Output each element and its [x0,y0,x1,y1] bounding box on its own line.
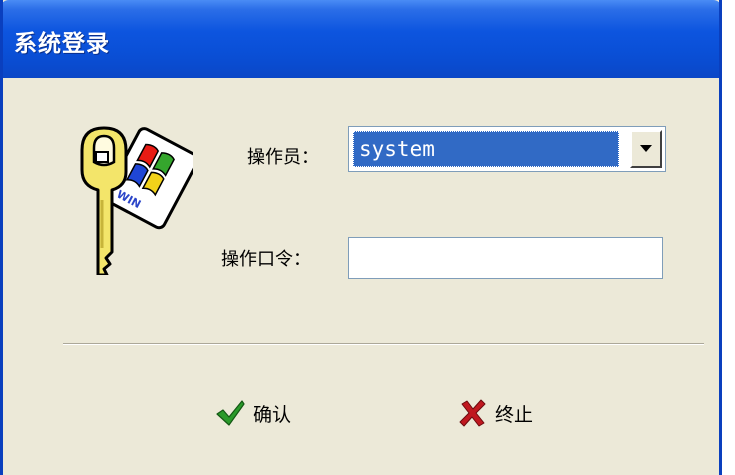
window-title: 系统登录 [14,31,110,57]
password-field[interactable] [348,237,663,279]
cancel-button[interactable]: 终止 [459,393,533,433]
ok-button[interactable]: 确认 [215,393,291,433]
login-dialog: 系统登录 WIN 操作员： system 操作口令： 确认 终止 [0,0,722,475]
x-mark-icon [459,399,486,427]
keys-icon: WIN [80,126,193,275]
password-label: 操作口令： [221,249,311,270]
operator-select[interactable]: system [348,126,666,172]
ok-button-label: 确认 [253,403,292,426]
operator-label: 操作员： [247,147,319,168]
chevron-down-icon[interactable] [630,130,662,168]
operator-selected-value[interactable]: system [353,131,619,167]
cancel-button-label: 终止 [495,403,534,426]
checkmark-icon [216,400,245,426]
divider [63,343,704,345]
title-bar[interactable]: 系统登录 [3,0,719,78]
